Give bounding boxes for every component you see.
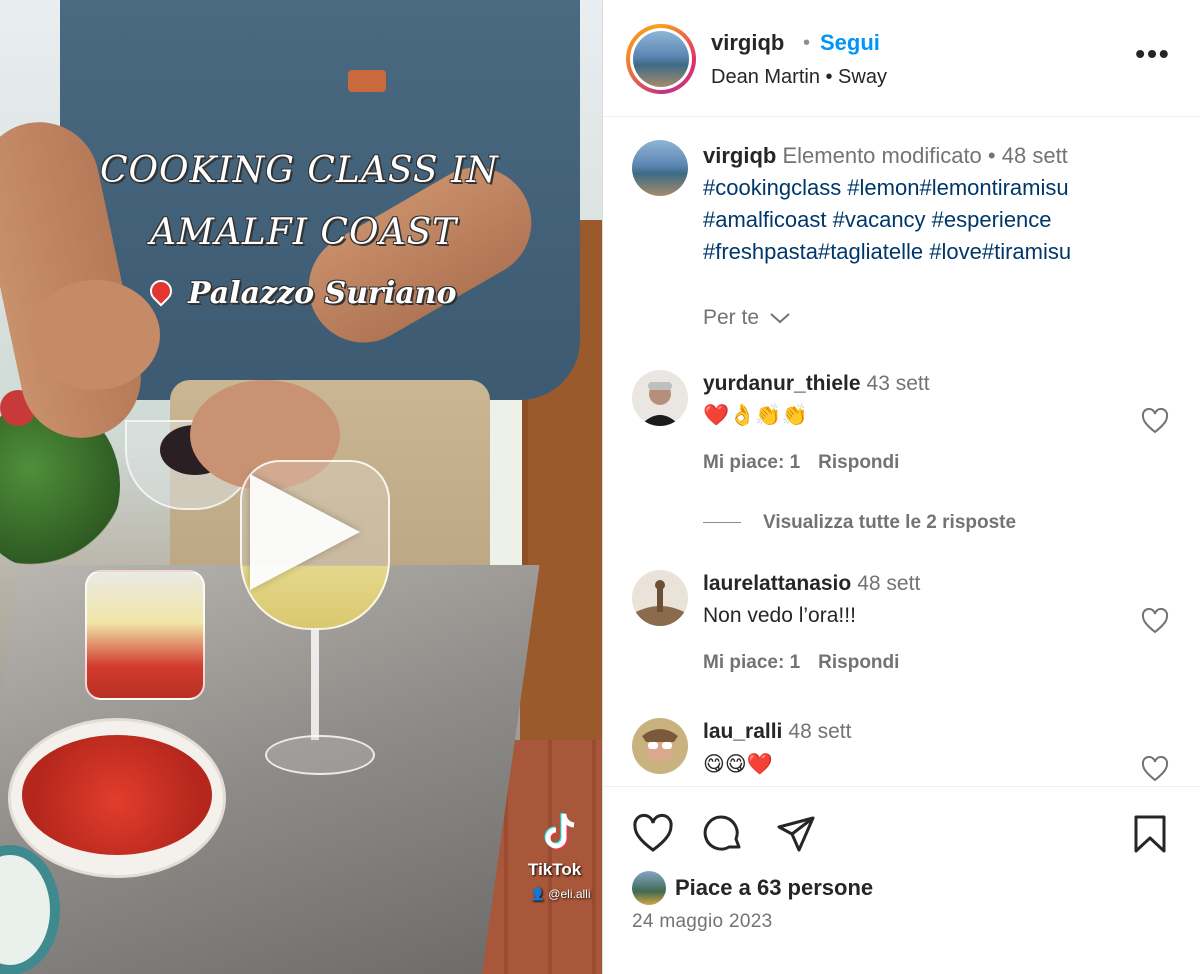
video-player[interactable]: COOKING CLASS IN AMALFI COAST Palazzo Su… (0, 0, 602, 974)
post-detail-panel: virgiqb • Segui Dean Martin • Sway ••• v… (602, 0, 1200, 974)
comment-meta: Mi piace: 1 Rispondi (703, 652, 899, 674)
wine-glass-stem (311, 630, 319, 740)
likes-count[interactable]: Piace a 63 persone (675, 875, 873, 901)
author-username[interactable]: virgiqb (711, 30, 784, 56)
user-icon: 👤 (530, 887, 545, 901)
replies-divider (703, 522, 741, 524)
heart-icon[interactable] (1141, 756, 1169, 782)
caption-hashtags[interactable]: #cookingclass #lemon#lemontiramisu #amal… (703, 175, 1071, 264)
video-caption-title-line2: AMALFI COAST (150, 212, 458, 253)
post-header: virgiqb • Segui Dean Martin • Sway ••• (603, 0, 1200, 117)
tiktok-watermark-handle-text: @eli.alli (548, 887, 591, 901)
for-you-dropdown[interactable]: Per te (703, 306, 791, 330)
comment-likes[interactable]: Mi piace: 1 (703, 452, 800, 473)
audio-track[interactable]: Dean Martin • Sway (711, 66, 887, 89)
caption-username[interactable]: virgiqb (703, 143, 776, 168)
caption-edited-label: Elemento modificato (782, 143, 982, 168)
heart-icon[interactable] (1141, 608, 1169, 634)
tiktok-watermark-name: TikTok (528, 860, 582, 879)
strawberries (22, 735, 212, 855)
tiktok-watermark-handle: 👤 @eli.alli (530, 887, 591, 901)
tiktok-logo-icon (544, 813, 575, 850)
comment-text: Non vedo l’ora!!! (703, 604, 856, 627)
post-date[interactable]: 24 maggio 2023 (632, 911, 772, 933)
caption-time[interactable]: 48 sett (1002, 143, 1068, 168)
reply-button[interactable]: Rispondi (818, 452, 899, 473)
comment-username[interactable]: yurdanur_thiele 43 sett (703, 372, 930, 396)
comment-icon[interactable] (703, 813, 745, 855)
header-separator: • (803, 32, 811, 54)
for-you-label: Per te (703, 306, 760, 329)
comment-avatar[interactable] (632, 370, 688, 426)
author-avatar[interactable] (626, 24, 696, 94)
comment-likes[interactable]: Mi piace: 1 (703, 652, 800, 673)
video-caption-title-line1: COOKING CLASS IN (100, 150, 499, 191)
shirt-logo (348, 70, 386, 92)
comment-text: ❤️👌👏👏 (703, 404, 808, 427)
comment-time[interactable]: 48 sett (788, 720, 851, 743)
reply-button[interactable]: Rispondi (818, 652, 899, 673)
tiramisu-jar (85, 570, 205, 700)
post-caption: virgiqb Elemento modificato • 48 sett #c… (703, 140, 1173, 268)
liker-avatar[interactable] (632, 871, 666, 905)
video-caption-location-text: Palazzo Suriano (188, 276, 457, 311)
caption-dot: • (987, 143, 996, 168)
share-icon[interactable] (775, 813, 817, 855)
video-caption-location: Palazzo Suriano (152, 276, 457, 311)
caption-author-avatar[interactable] (632, 140, 688, 196)
comment-text: 😋😋❤️ (703, 753, 773, 776)
person-hand-left (30, 280, 160, 390)
comment-username-text[interactable]: lau_ralli (703, 720, 782, 743)
comments-scroll-area[interactable]: virgiqb Elemento modificato • 48 sett #c… (603, 118, 1200, 786)
heart-icon[interactable] (632, 813, 674, 855)
bookmark-icon[interactable] (1129, 813, 1171, 855)
chevron-down-icon (770, 313, 790, 324)
more-horizontal-icon[interactable]: ••• (1133, 40, 1173, 74)
comment-meta: Mi piace: 1 Rispondi (703, 452, 899, 474)
comment-username-text[interactable]: laurelattanasio (703, 572, 851, 595)
follow-button[interactable]: Segui (820, 30, 880, 56)
comment-avatar[interactable] (632, 570, 688, 626)
comment-avatar[interactable] (632, 718, 688, 774)
play-icon[interactable] (250, 474, 360, 590)
heart-icon[interactable] (1141, 408, 1169, 434)
view-replies-button[interactable]: Visualizza tutte le 2 risposte (703, 512, 1016, 534)
wine-glass-base (265, 735, 375, 775)
view-replies-label: Visualizza tutte le 2 risposte (763, 512, 1017, 533)
comment-time[interactable]: 48 sett (857, 572, 920, 595)
comment-username[interactable]: lau_ralli 48 sett (703, 720, 851, 744)
comment-username[interactable]: laurelattanasio 48 sett (703, 572, 920, 596)
comment-username-text[interactable]: yurdanur_thiele (703, 372, 861, 395)
post-actions: Piace a 63 persone 24 maggio 2023 (603, 786, 1200, 974)
comment-time[interactable]: 43 sett (867, 372, 930, 395)
